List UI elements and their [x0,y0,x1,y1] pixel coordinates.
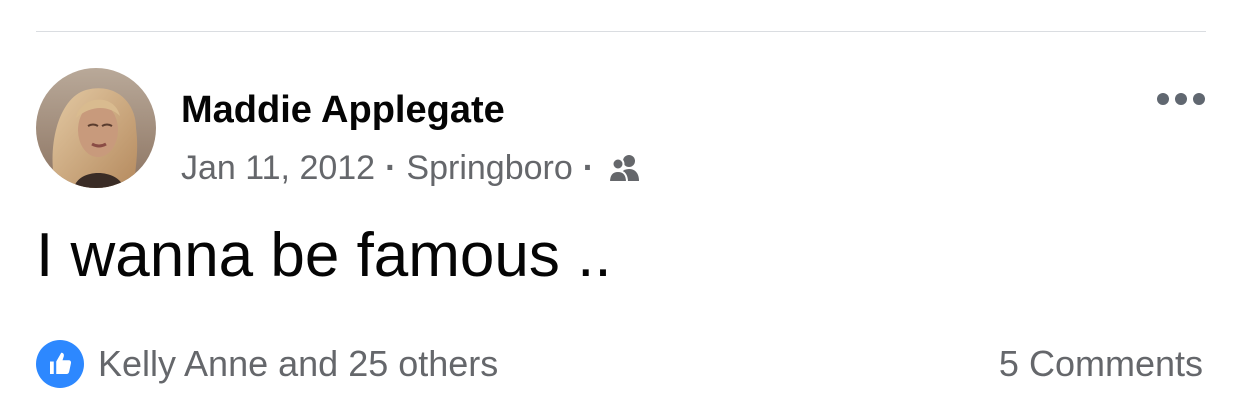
comments-count-link[interactable]: 5 Comments [999,340,1203,388]
reactions-text: Kelly Anne and 25 others [98,343,499,384]
top-divider [36,31,1206,32]
post-location[interactable]: Springboro [406,149,572,188]
reactions-summary[interactable]: Kelly Anne and 25 others [36,340,498,388]
post-date[interactable]: Jan 11, 2012 [181,149,375,188]
meta-separator: · [582,148,595,187]
post-text: I wanna be famous .. [36,221,612,290]
post-meta: Jan 11, 2012 · Springboro · [181,146,642,190]
avatar-image [36,68,156,188]
author-name[interactable]: Maddie Applegate [181,86,505,134]
meta-separator: · [385,148,397,187]
like-icon [36,340,84,388]
more-horizontal-icon [1157,93,1169,105]
more-options-button[interactable] [1150,84,1212,114]
friends-icon[interactable] [608,153,642,183]
author-avatar[interactable] [36,68,156,188]
